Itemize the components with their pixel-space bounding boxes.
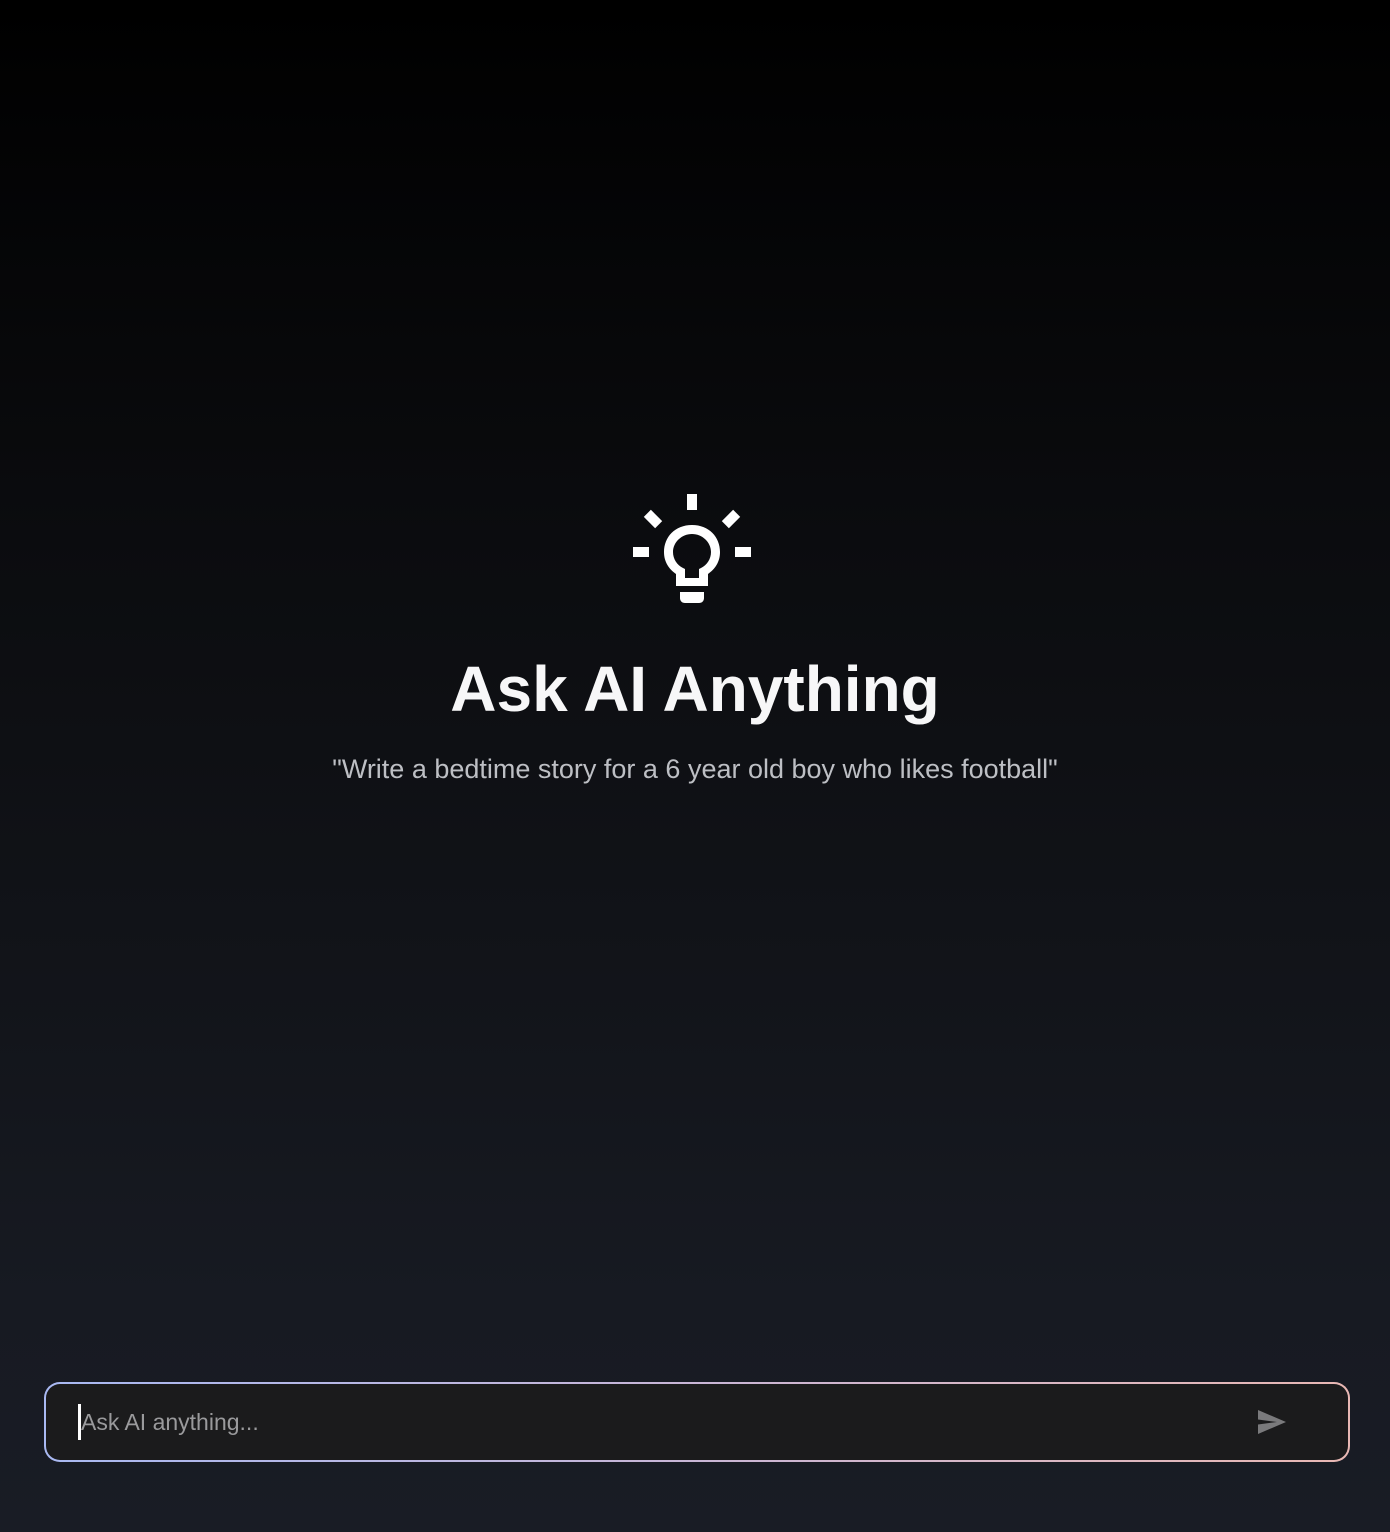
page-title: Ask AI Anything: [450, 653, 940, 725]
composer-inner: [46, 1384, 1348, 1460]
composer: [44, 1382, 1350, 1462]
send-button[interactable]: [1252, 1402, 1292, 1442]
ask-input[interactable]: [81, 1402, 1252, 1442]
hero: Ask AI Anything "Write a bedtime story f…: [0, 490, 1390, 786]
example-prompt: "Write a bedtime story for a 6 year old …: [332, 754, 1058, 784]
send-icon: [1258, 1410, 1286, 1434]
lightbulb-icon: [633, 494, 751, 603]
